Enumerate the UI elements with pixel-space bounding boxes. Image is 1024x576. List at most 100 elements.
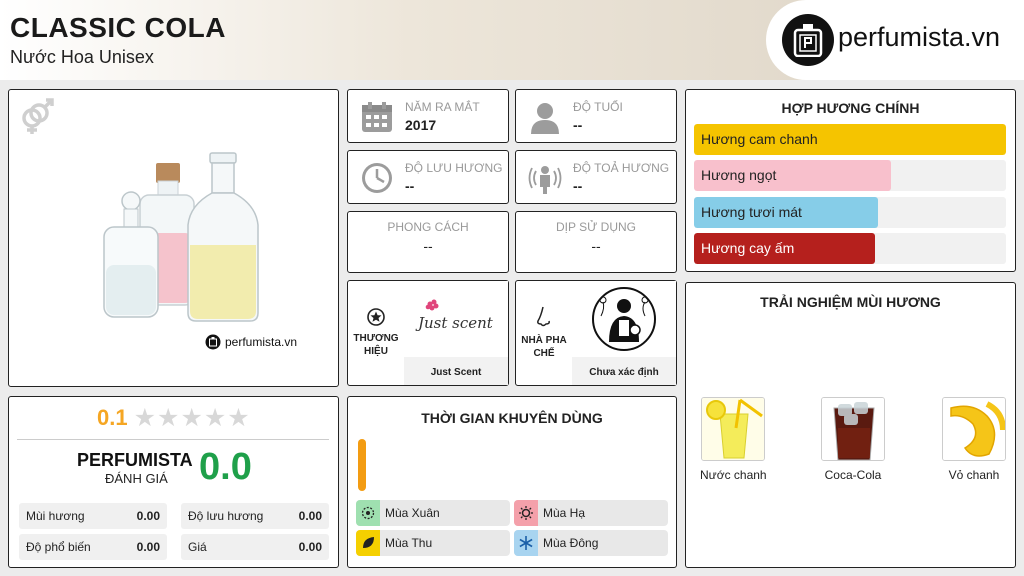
main-accords-panel: HỢP HƯƠNG CHÍNH Hương cam chanh Hương ngọ… — [685, 89, 1016, 272]
perfumer-image-block: Chưa xác định — [572, 281, 676, 385]
metric-value: 0.00 — [136, 509, 160, 523]
accord-bar: Hương cay ấm — [694, 233, 1006, 264]
accord-bar: Hương tươi mát — [694, 197, 1006, 228]
perfumista-review-label: ĐÁNH GIÁ — [105, 471, 168, 486]
scent-experience-title: TRẢI NGHIỆM MÙI HƯƠNG — [760, 294, 941, 310]
day-night-bar — [358, 439, 366, 491]
style-value: -- — [423, 238, 433, 254]
coca-cola-image — [821, 397, 885, 461]
launch-year-card: NĂM RA MẮT 2017 — [347, 89, 509, 143]
header: CLASSIC COLA Nước Hoa Unisex perfumista.… — [0, 0, 1024, 80]
accord-label: Hương ngọt — [701, 167, 777, 183]
perfume-bottle-logo-icon — [205, 334, 221, 350]
metric-label: Giá — [188, 540, 207, 554]
user-icon — [528, 100, 562, 134]
rating-panel: 0.1 ★★★★★ PERFUMISTA ĐÁNH GIÁ 0.0 Mùi hư… — [8, 396, 339, 568]
perfumer-avatar — [572, 281, 676, 357]
brand-logo: Just scent — [404, 281, 508, 357]
sillage-card: ĐỘ TOẢ HƯƠNG -- — [515, 150, 677, 204]
lemon-peel-image — [942, 397, 1006, 461]
age-card: ĐỘ TUỔI -- — [515, 89, 677, 143]
star-icon[interactable]: ★ — [157, 404, 179, 432]
leaf-icon — [356, 530, 380, 556]
site-logo[interactable]: perfumista.vn — [766, 0, 1024, 80]
recommended-time-title: THỜI GIAN KHUYÊN DÙNG — [421, 410, 603, 426]
star-icon[interactable]: ★ — [227, 404, 249, 432]
accord-bar: Hương cam chanh — [694, 124, 1006, 155]
metric-label: Độ phổ biến — [26, 540, 91, 554]
metric-value: 0.00 — [136, 540, 160, 554]
season-spring: Mùa Xuân — [356, 500, 510, 526]
accord-label: Hương cay ấm — [701, 240, 795, 256]
perfume-bottle-logo-icon — [782, 14, 834, 66]
perfumer-name: Chưa xác định — [589, 367, 659, 378]
metric-value: 0.00 — [298, 540, 322, 554]
experience-item: Coca-Cola — [820, 397, 886, 482]
accord-label: Hương cam chanh — [701, 131, 818, 147]
season-winter: Mùa Đông — [514, 530, 668, 556]
metric-longevity: Độ lưu hương 0.00 — [181, 503, 329, 529]
occasion-value: -- — [591, 238, 601, 254]
page-subtitle: Nước Hoa Unisex — [10, 47, 154, 67]
brand-logo-text: Just scent — [415, 314, 494, 332]
season-autumn: Mùa Thu — [356, 530, 510, 556]
clock-icon — [360, 161, 394, 195]
launch-year-label: NĂM RA MẮT — [405, 100, 480, 114]
star-badge-icon — [367, 308, 385, 326]
star-icon[interactable]: ★ — [134, 404, 156, 432]
brand-caption-block: THƯƠNG HIỆU — [348, 281, 404, 385]
season-label: Mùa Hạ — [543, 506, 586, 520]
sillage-value: -- — [573, 178, 583, 194]
brand-logo-block: Just scent Just Scent — [404, 281, 508, 385]
season-label: Mùa Thu — [385, 536, 433, 550]
occasion-label: DỊP SỬ DỤNG — [555, 220, 637, 234]
occasion-card: DỊP SỬ DỤNG -- — [515, 211, 677, 273]
watermark-text: perfumista.vn — [225, 335, 298, 349]
scent-experience-panel: TRẢI NGHIỆM MÙI HƯƠNG Nước chanh Coca-Co… — [685, 282, 1016, 568]
user-rating: 0.1 ★★★★★ — [97, 405, 251, 431]
metric-label: Độ lưu hương — [188, 509, 264, 523]
user-rating-score: 0.1 — [97, 405, 128, 430]
main-accords-title: HỢP HƯƠNG CHÍNH — [781, 100, 920, 116]
metric-value: 0.00 — [298, 509, 322, 523]
sillage-person-icon — [528, 161, 562, 195]
watermark: perfumista.vn — [205, 334, 297, 350]
star-icon[interactable]: ★ — [180, 404, 202, 432]
launch-year-value: 2017 — [405, 117, 437, 133]
season-summer: Mùa Hạ — [514, 500, 668, 526]
perfumista-score: 0.0 — [199, 446, 252, 488]
recommended-time-panel: THỜI GIAN KHUYÊN DÙNG Mùa Xuân Mùa Hạ Mù… — [347, 396, 677, 568]
age-label: ĐỘ TUỔI — [573, 100, 623, 114]
experience-label: Vỏ chanh — [948, 468, 1000, 482]
lemonade-image — [701, 397, 765, 461]
calendar-icon — [360, 100, 394, 134]
sillage-label: ĐỘ TOẢ HƯƠNG — [573, 161, 670, 175]
style-label: PHONG CÁCH — [387, 220, 469, 234]
experience-item: Nước chanh — [700, 397, 767, 482]
star-rating[interactable]: ★★★★★ — [134, 404, 251, 432]
snowflake-icon — [514, 530, 538, 556]
perfumer-caption: NHÀ PHA CHẾ — [521, 335, 567, 359]
brand-card[interactable]: THƯƠNG HIỆU Just scent Just Scent — [347, 280, 509, 386]
perfumer-card[interactable]: NHÀ PHA CHẾ Chưa xác định — [515, 280, 677, 386]
experience-label: Coca-Cola — [824, 468, 882, 482]
longevity-card: ĐỘ LƯU HƯƠNG -- — [347, 150, 509, 204]
brand-name: Just Scent — [430, 367, 482, 378]
perfumista-label: PERFUMISTA — [77, 450, 193, 470]
experience-label: Nước chanh — [700, 468, 767, 482]
style-card: PHONG CÁCH -- — [347, 211, 509, 273]
brand-caption: THƯƠNG HIỆU — [353, 333, 399, 357]
flower-icon — [356, 500, 380, 526]
metric-popularity: Độ phổ biến 0.00 — [19, 534, 167, 560]
star-icon[interactable]: ★ — [204, 404, 226, 432]
perfumer-caption-block: NHÀ PHA CHẾ — [516, 281, 572, 385]
logo-text: perfumista.vn — [838, 22, 1001, 52]
longevity-label: ĐỘ LƯU HƯƠNG — [405, 161, 503, 175]
age-value: -- — [573, 117, 583, 133]
season-label: Mùa Xuân — [385, 506, 440, 520]
sun-icon — [514, 500, 538, 526]
accord-label: Hương tươi mát — [701, 204, 802, 220]
experience-item: Vỏ chanh — [941, 397, 1007, 482]
nose-icon — [537, 306, 550, 327]
metric-scent: Mùi hương 0.00 — [19, 503, 167, 529]
